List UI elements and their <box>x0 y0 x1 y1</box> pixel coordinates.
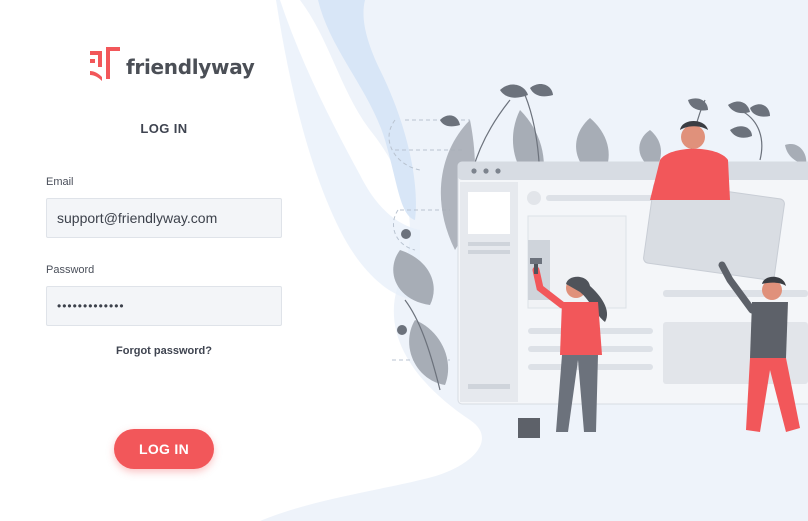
email-label: Email <box>46 176 74 188</box>
email-field[interactable] <box>46 198 282 238</box>
password-field[interactable] <box>46 286 282 326</box>
brand-name: friendlyway <box>126 55 255 79</box>
friendlyway-logo-icon <box>90 47 120 81</box>
login-panel: friendlyway LOG IN Email Password Forgot… <box>0 0 300 521</box>
brand-logo[interactable]: friendlyway <box>88 44 255 84</box>
password-label: Password <box>46 264 95 276</box>
person-top <box>650 121 730 200</box>
dot-marker <box>401 229 411 239</box>
dot-marker <box>397 325 407 335</box>
login-title: LOG IN <box>140 121 188 136</box>
forgot-password-link[interactable]: Forgot password? <box>64 345 264 357</box>
login-button[interactable]: LOG IN <box>114 429 214 469</box>
